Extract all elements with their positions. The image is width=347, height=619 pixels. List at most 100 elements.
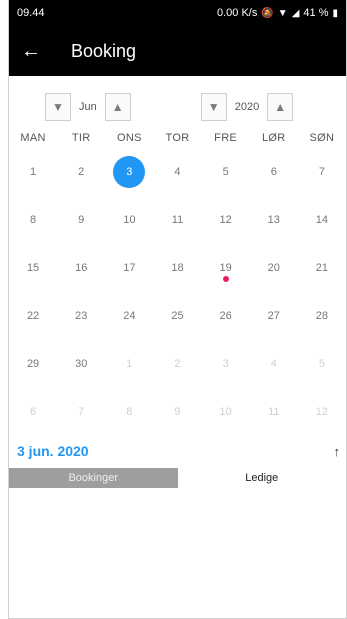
calendar-day[interactable]: 7 bbox=[57, 388, 105, 436]
calendar-day[interactable]: 28 bbox=[298, 292, 346, 340]
calendar-day[interactable]: 13 bbox=[250, 196, 298, 244]
calendar-day[interactable]: 21 bbox=[298, 244, 346, 292]
year-next-button[interactable]: ▲ bbox=[267, 93, 294, 121]
signal-icon: ◢ bbox=[291, 7, 300, 19]
calendar-day[interactable]: 5 bbox=[298, 340, 346, 388]
event-dot bbox=[222, 276, 229, 282]
calendar-day[interactable]: 1 bbox=[105, 340, 153, 388]
page-title: Booking bbox=[71, 40, 137, 61]
month-prev-button[interactable]: ▼ bbox=[45, 93, 71, 121]
weekday-label: TIR bbox=[71, 132, 91, 144]
calendar-day[interactable]: 1 bbox=[9, 148, 57, 196]
weekday-label: MAN bbox=[20, 132, 46, 144]
network-speed: 0.00 K/s bbox=[216, 7, 258, 19]
calendar-day[interactable]: 16 bbox=[57, 244, 105, 292]
back-arrow-icon[interactable]: ← bbox=[21, 40, 49, 63]
calendar-day-number: 25 bbox=[171, 310, 184, 322]
calendar-day[interactable]: 23 bbox=[57, 292, 105, 340]
arrow-up-icon[interactable]: ↑ bbox=[334, 444, 341, 459]
calendar-day[interactable]: 20 bbox=[250, 244, 298, 292]
calendar-day-number: 14 bbox=[315, 214, 329, 226]
calendar-day[interactable]: 9 bbox=[153, 388, 201, 436]
calendar-day-number: 6 bbox=[30, 406, 37, 418]
calendar-day-number: 17 bbox=[123, 262, 136, 274]
year-prev-button[interactable]: ▼ bbox=[200, 93, 227, 121]
calendar-day[interactable]: 10 bbox=[105, 196, 153, 244]
calendar-day-number: 21 bbox=[315, 262, 329, 274]
calendar-day[interactable]: 2 bbox=[153, 340, 201, 388]
battery-percent: 41 % bbox=[303, 7, 329, 19]
calendar-day-number: 16 bbox=[75, 262, 88, 274]
calendar-day[interactable]: 29 bbox=[9, 340, 57, 388]
calendar-day-number: 29 bbox=[26, 358, 40, 370]
year-selector: ▼ 2020 ▲ bbox=[200, 92, 294, 122]
status-bar: 09.44 0.00 K/s 🔕 ▼ ◢ 41 % ▮ bbox=[9, 0, 346, 26]
calendar-day[interactable]: 12 bbox=[202, 196, 250, 244]
calendar-day-number: 22 bbox=[26, 310, 40, 322]
calendar-day[interactable]: 11 bbox=[153, 196, 201, 244]
calendar-day[interactable]: 4 bbox=[153, 148, 201, 196]
calendar-day-number: 5 bbox=[318, 358, 325, 370]
calendar-day[interactable]: 9 bbox=[57, 196, 105, 244]
calendar-day[interactable]: 14 bbox=[298, 196, 346, 244]
month-next-button[interactable]: ▲ bbox=[104, 93, 131, 121]
calendar-day[interactable]: 24 bbox=[105, 292, 153, 340]
triangle-up-icon: ▲ bbox=[111, 100, 124, 114]
calendar-day-number: 6 bbox=[270, 166, 277, 178]
calendar-day-number: 11 bbox=[171, 214, 184, 226]
calendar-day[interactable]: 27 bbox=[250, 292, 298, 340]
tab-ledige[interactable]: Ledige bbox=[177, 468, 346, 488]
calendar-day[interactable]: 4 bbox=[250, 340, 298, 388]
calendar-day-number: 3 bbox=[222, 358, 229, 370]
calendar-day[interactable]: 6 bbox=[250, 148, 298, 196]
calendar-day-number: 8 bbox=[30, 214, 37, 226]
calendar-day-number: 12 bbox=[315, 406, 329, 418]
calendar-day-number: 27 bbox=[267, 310, 280, 322]
triangle-up-icon: ▲ bbox=[274, 100, 287, 114]
tab-bookinger[interactable]: Bookinger bbox=[9, 468, 178, 488]
calendar-day[interactable]: 3 bbox=[105, 148, 153, 196]
calendar-day[interactable]: 8 bbox=[105, 388, 153, 436]
wifi-icon: ▼ bbox=[277, 7, 288, 19]
calendar-day-number: 15 bbox=[26, 262, 40, 274]
app-frame: 09.44 0.00 K/s 🔕 ▼ ◢ 41 % ▮ ← Booking ▼ … bbox=[8, 0, 347, 619]
month-value: Jun bbox=[79, 101, 97, 113]
calendar-day[interactable]: 18 bbox=[153, 244, 201, 292]
calendar-day[interactable]: 19 bbox=[202, 244, 250, 292]
calendar-day[interactable]: 22 bbox=[9, 292, 57, 340]
calendar-day-number: 12 bbox=[219, 214, 232, 226]
calendar-day[interactable]: 3 bbox=[202, 340, 250, 388]
calendar-day-number: 9 bbox=[78, 214, 85, 226]
calendar-day[interactable]: 30 bbox=[57, 340, 105, 388]
calendar-day[interactable]: 5 bbox=[202, 148, 250, 196]
calendar-day[interactable]: 11 bbox=[250, 388, 298, 436]
calendar-day[interactable]: 7 bbox=[298, 148, 346, 196]
calendar-day[interactable]: 15 bbox=[9, 244, 57, 292]
triangle-down-icon: ▼ bbox=[52, 100, 64, 114]
calendar-day[interactable]: 2 bbox=[57, 148, 105, 196]
calendar-day-number: 11 bbox=[268, 406, 280, 418]
calendar-day-number: 23 bbox=[75, 310, 88, 322]
calendar-day[interactable]: 8 bbox=[9, 196, 57, 244]
calendar-day-number: 2 bbox=[174, 358, 181, 370]
calendar-day-number: 28 bbox=[315, 310, 329, 322]
calendar-day[interactable]: 6 bbox=[9, 388, 57, 436]
calendar-day-number: 19 bbox=[219, 262, 232, 274]
calendar-day-number: 9 bbox=[174, 406, 181, 418]
month-selector: ▼ Jun ▲ bbox=[45, 92, 131, 122]
calendar-day[interactable]: 26 bbox=[202, 292, 250, 340]
calendar-day[interactable]: 12 bbox=[298, 388, 346, 436]
mute-icon: 🔕 bbox=[261, 7, 274, 19]
triangle-down-icon: ▼ bbox=[207, 100, 220, 114]
calendar-day-number: 1 bbox=[126, 358, 133, 370]
calendar-day-number: 30 bbox=[75, 358, 88, 370]
calendar-grid: 1 2 3 4 5 6 7 8 9 10 11 12 13 14 15 16 17 18 19 20 21 22 23 24 2… bbox=[9, 148, 346, 436]
weekday-label: FRE bbox=[214, 132, 238, 144]
weekday-label: LØR bbox=[262, 132, 286, 144]
calendar-day-number: 24 bbox=[123, 310, 136, 322]
weekday-label: SØN bbox=[309, 132, 335, 144]
calendar-day[interactable]: 10 bbox=[202, 388, 250, 436]
calendar-day[interactable]: 25 bbox=[153, 292, 201, 340]
calendar-day[interactable]: 17 bbox=[105, 244, 153, 292]
status-time: 09.44 bbox=[17, 7, 45, 19]
